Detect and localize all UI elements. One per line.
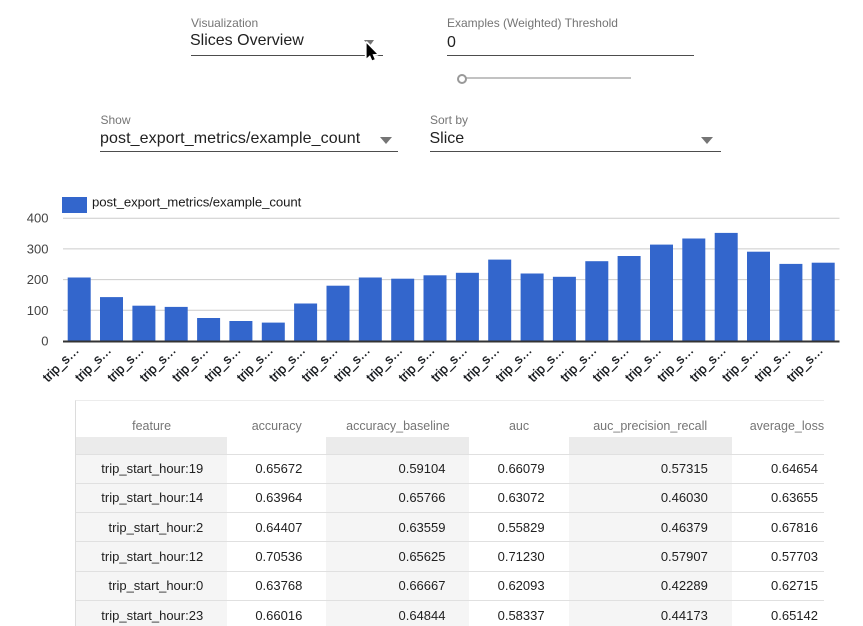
svg-text:0: 0 xyxy=(41,334,48,349)
svg-text:post_export_metrics/example_co: post_export_metrics/example_count xyxy=(92,195,302,210)
svg-text:200: 200 xyxy=(27,272,49,287)
svg-text:trip_s…: trip_s… xyxy=(784,343,826,385)
svg-text:400: 400 xyxy=(27,211,49,226)
svg-text:100: 100 xyxy=(27,303,49,318)
svg-text:300: 300 xyxy=(27,241,49,256)
